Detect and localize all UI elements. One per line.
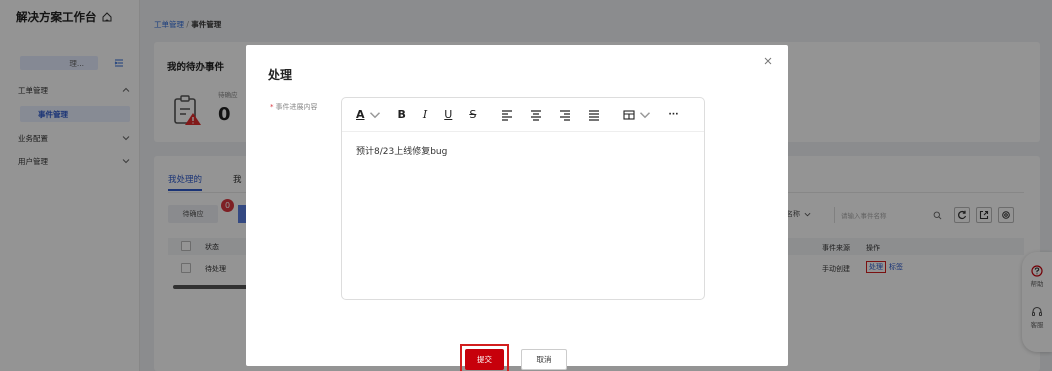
editor-toolbar: A B I U S ··· <box>342 98 704 131</box>
align-center-button[interactable] <box>530 109 542 121</box>
submit-button[interactable]: 提交 <box>465 349 504 370</box>
align-left-button[interactable] <box>501 109 513 121</box>
close-icon[interactable] <box>764 57 772 65</box>
align-center-icon <box>531 109 542 121</box>
more-options-button[interactable]: ··· <box>668 110 678 120</box>
rich-text-editor: A B I U S ··· 预计8/23上线修复bug <box>341 97 705 300</box>
align-right-icon <box>560 109 571 121</box>
dialog-title: 处理 <box>268 68 293 82</box>
chevron-down-icon <box>640 111 651 118</box>
align-right-button[interactable] <box>559 109 571 121</box>
align-left-icon <box>502 109 513 121</box>
process-dialog: 处理 * 事件进展内容 A B I U S ··· 预计8/23上线修复bug … <box>246 45 788 371</box>
underline-button[interactable]: U <box>444 108 452 121</box>
editor-content[interactable]: 预计8/23上线修复bug <box>342 131 704 299</box>
align-justify-icon <box>589 109 600 121</box>
chevron-down-icon <box>369 111 380 118</box>
insert-table-button[interactable] <box>623 109 651 121</box>
field-label-text: 事件进展内容 <box>275 103 318 111</box>
font-color-label: A <box>356 108 365 121</box>
align-justify-button[interactable] <box>588 109 600 121</box>
bold-button[interactable]: B <box>398 108 406 121</box>
font-color-button[interactable]: A <box>356 108 381 121</box>
italic-button[interactable]: I <box>423 108 427 121</box>
progress-field-label: * 事件进展内容 <box>270 102 318 112</box>
required-mark: * <box>270 103 274 111</box>
cancel-button[interactable]: 取消 <box>521 349 567 370</box>
strikethrough-button[interactable]: S <box>469 108 476 121</box>
table-icon <box>623 109 635 120</box>
